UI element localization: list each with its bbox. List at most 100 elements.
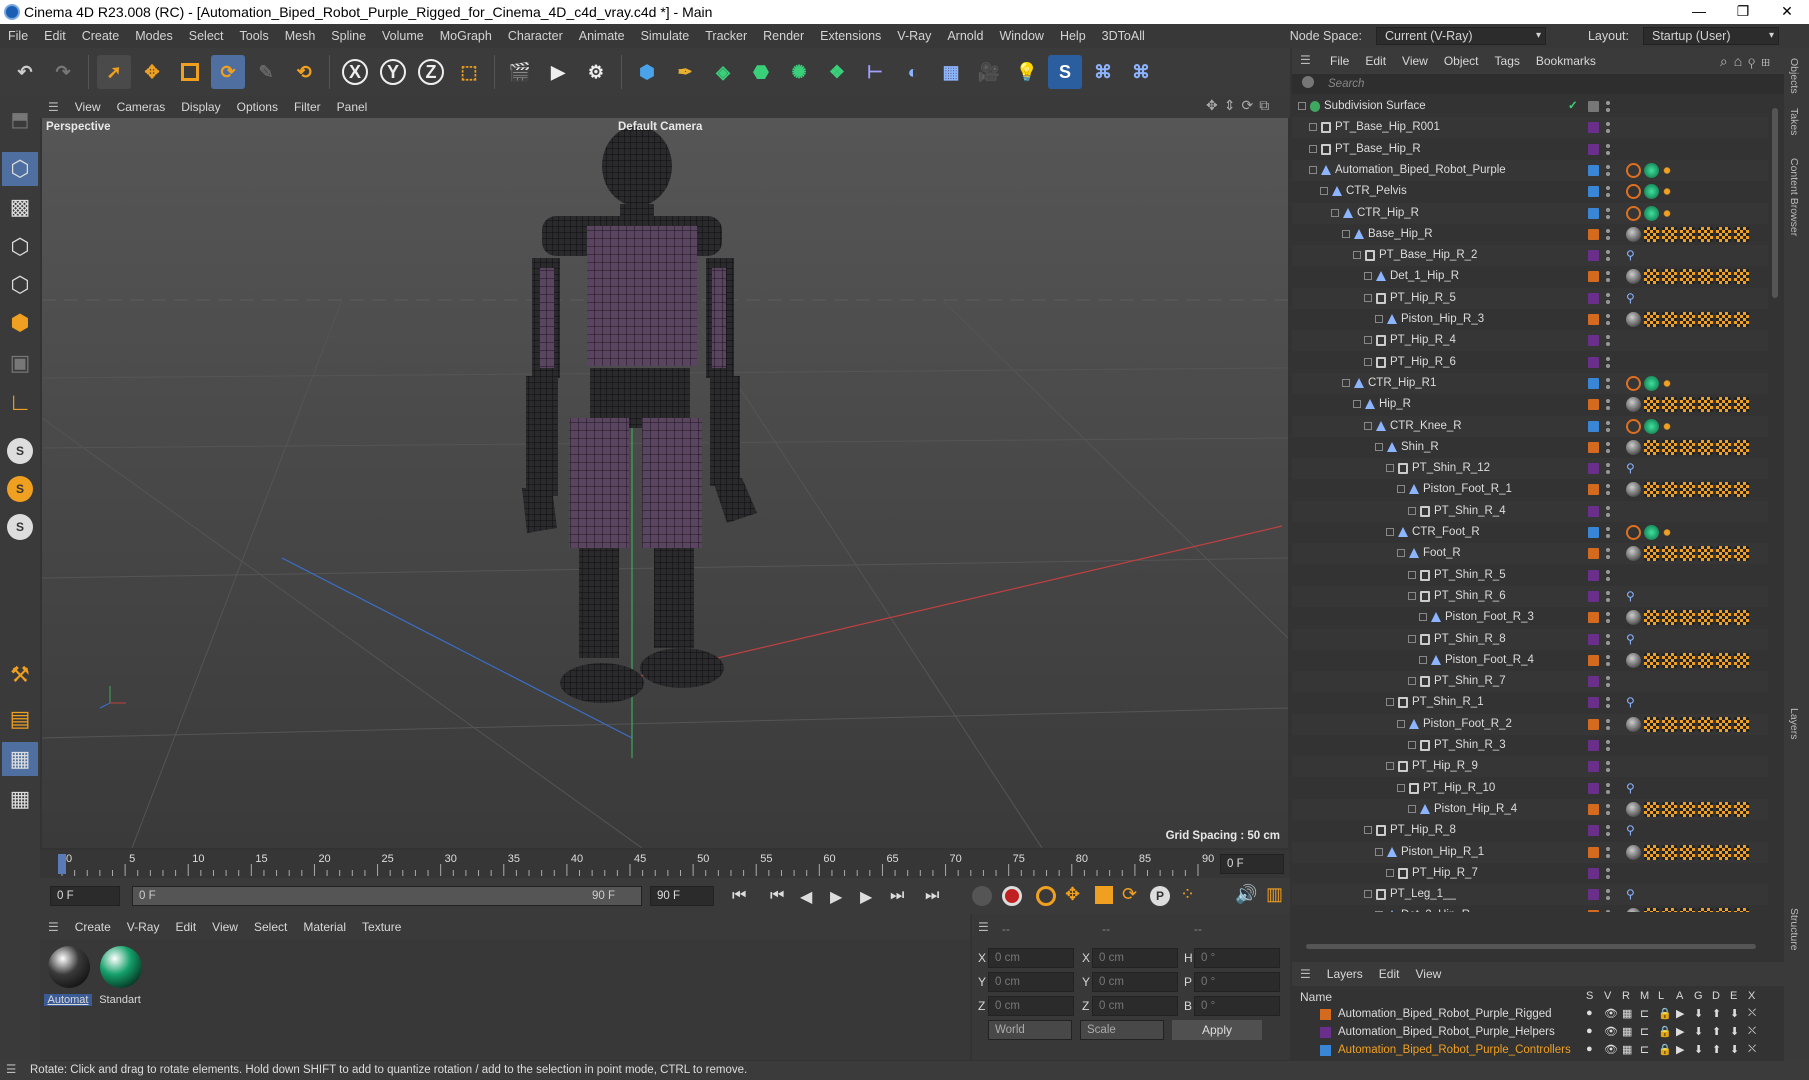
visibility-dots-icon[interactable] (1606, 823, 1610, 838)
right-tab-structure[interactable]: Structure (1788, 908, 1800, 951)
minimize-icon[interactable]: — (1677, 0, 1721, 24)
texture-tag-icon[interactable] (1680, 397, 1695, 413)
texture-tag-icon[interactable] (1644, 482, 1659, 498)
constraint-tag-icon[interactable]: ⚲ (1626, 887, 1641, 902)
material-menu-texture[interactable]: Texture (354, 920, 409, 934)
coordinates-menu-icon[interactable]: ☰ (978, 920, 989, 934)
texture-tag-icon[interactable] (1716, 801, 1731, 817)
texture-tag-icon[interactable] (1716, 610, 1731, 626)
texture-tag-icon[interactable] (1662, 312, 1677, 327)
texture-tag-icon[interactable] (1662, 801, 1677, 817)
texture-tag-icon[interactable] (1734, 801, 1749, 817)
menu-tracker[interactable]: Tracker (697, 29, 755, 43)
material-tag-icon[interactable] (1626, 226, 1641, 242)
viewport-nav-icons[interactable]: ✥⇕⟳⧉ (1206, 97, 1275, 114)
texture-tag-icon[interactable] (1698, 269, 1713, 285)
layer-color-swatch[interactable] (1588, 143, 1599, 155)
tree-expander-icon[interactable] (1320, 187, 1328, 196)
layer-toggle-icon[interactable]: 🔒 (1658, 1043, 1672, 1056)
render-settings-icon[interactable]: ⚙ (579, 55, 613, 89)
coord-field[interactable]: 0 cm (1092, 948, 1178, 968)
texture-tag-icon[interactable] (1698, 908, 1713, 912)
object-scrollbar[interactable] (1772, 108, 1778, 298)
layer-color-swatch[interactable] (1588, 122, 1599, 134)
layer-color-swatch[interactable] (1588, 910, 1599, 912)
visibility-dots-icon[interactable] (1606, 120, 1610, 135)
texture-tag-icon[interactable] (1644, 397, 1659, 413)
menu-render[interactable]: Render (755, 29, 812, 43)
coordinate-mode-select[interactable]: Scale (1080, 1020, 1164, 1040)
object-row[interactable]: Det_2_Hip_R (1292, 905, 1768, 912)
object-row[interactable]: Shin_R (1292, 437, 1768, 458)
layer-color-swatch[interactable] (1588, 186, 1599, 198)
camera-icon[interactable]: 🎥 (972, 55, 1006, 89)
layer-col-header[interactable]: R (1622, 990, 1630, 1002)
tree-expander-icon[interactable] (1364, 890, 1372, 899)
tree-expander-icon[interactable] (1375, 315, 1383, 323)
texture-tag-icon[interactable] (1734, 397, 1749, 413)
visibility-dots-icon[interactable] (1606, 142, 1610, 157)
menu-volume[interactable]: Volume (374, 29, 432, 43)
layer-color-swatch[interactable] (1588, 590, 1599, 602)
layer-color-swatch[interactable] (1588, 484, 1599, 496)
go-to-start-icon[interactable]: ⏮ (732, 887, 746, 905)
layer-menu-edit[interactable]: Edit (1371, 967, 1408, 981)
object-row[interactable]: PT_Shin_R_7 (1292, 671, 1768, 693)
viewport-menu-panel[interactable]: Panel (329, 100, 376, 114)
layer-menu-view[interactable]: View (1407, 967, 1449, 981)
visibility-dots-icon[interactable] (1606, 802, 1610, 817)
object-row[interactable]: PT_Hip_R_8 ⚲ (1292, 820, 1768, 841)
material-swatch[interactable]: Automat (44, 944, 92, 1010)
vray-icon[interactable]: S (1048, 55, 1082, 89)
cloner-icon[interactable]: ❖ (820, 55, 854, 89)
texture-tag-icon[interactable] (1662, 610, 1677, 626)
menu-3dtoall[interactable]: 3DToAll (1094, 29, 1153, 43)
object-row[interactable]: PT_Shin_R_1 ⚲ (1292, 692, 1768, 713)
object-row[interactable]: Foot_R (1292, 543, 1768, 565)
viewport-menu-icon[interactable]: ☰ (40, 100, 67, 114)
material-swatch[interactable]: Standart (96, 944, 144, 1010)
tree-expander-icon[interactable] (1364, 336, 1372, 345)
move-tool-icon[interactable]: ✥ (135, 55, 169, 89)
tree-expander-icon[interactable] (1397, 549, 1405, 558)
material-tag-icon[interactable] (1644, 525, 1659, 540)
constraint-tag-icon[interactable]: ⚲ (1626, 461, 1641, 476)
object-row[interactable]: CTR_Hip_R (1292, 202, 1768, 224)
object-row[interactable]: Piston_Hip_R_1 (1292, 841, 1768, 863)
texture-tag-icon[interactable] (1662, 482, 1677, 498)
layer-toggle-icon[interactable]: ● (1586, 1025, 1593, 1037)
axis-z-lock[interactable]: Z (414, 55, 448, 89)
timeline-ruler[interactable]: 0 5 10 15 20 25 30 35 40 45 50 55 60 65 70 75 80 85 90 0 F (40, 850, 1290, 878)
visibility-dots-icon[interactable] (1606, 291, 1610, 306)
viewport-menu-filter[interactable]: Filter (286, 100, 329, 114)
layer-color-swatch[interactable] (1588, 250, 1599, 262)
layer-toggle-icon[interactable]: ⬇ (1730, 1043, 1739, 1056)
layer-toggle-icon[interactable]: 🔒 (1658, 1007, 1672, 1020)
texture-tag-icon[interactable] (1644, 312, 1659, 327)
texture-tag-icon[interactable] (1680, 546, 1695, 562)
visibility-dots-icon[interactable] (1606, 866, 1610, 881)
object-row[interactable]: CTR_Foot_R (1292, 522, 1768, 543)
object-search-input[interactable]: Search (1292, 74, 1784, 94)
material-tag-icon[interactable] (1626, 482, 1641, 498)
visibility-dots-icon[interactable] (1606, 248, 1610, 263)
layer-col-header[interactable]: G (1694, 990, 1703, 1002)
material-tag-icon[interactable] (1626, 546, 1641, 562)
layer-col-header[interactable]: D (1712, 990, 1720, 1002)
workplane-icon[interactable]: ⚒ (2, 658, 38, 692)
material-menu-v-ray[interactable]: V-Ray (119, 920, 168, 934)
prev-frame-icon[interactable]: ◀ (800, 887, 812, 907)
visibility-dots-icon[interactable] (1606, 184, 1610, 199)
visibility-dots-icon[interactable] (1606, 99, 1610, 114)
tree-expander-icon[interactable] (1331, 208, 1339, 217)
visibility-dots-icon[interactable] (1606, 610, 1610, 625)
object-row[interactable]: PT_Hip_R_9 (1292, 756, 1768, 778)
material-tag-icon[interactable] (1626, 716, 1641, 732)
visibility-dots-icon[interactable] (1606, 781, 1610, 796)
xpresso-tag-icon[interactable] (1662, 205, 1672, 221)
tree-expander-icon[interactable] (1364, 357, 1372, 366)
layer-col-header[interactable]: L (1658, 990, 1664, 1002)
texture-tag-icon[interactable] (1644, 439, 1659, 455)
layer-color-swatch[interactable] (1588, 676, 1599, 688)
texture-tag-icon[interactable] (1644, 908, 1659, 912)
